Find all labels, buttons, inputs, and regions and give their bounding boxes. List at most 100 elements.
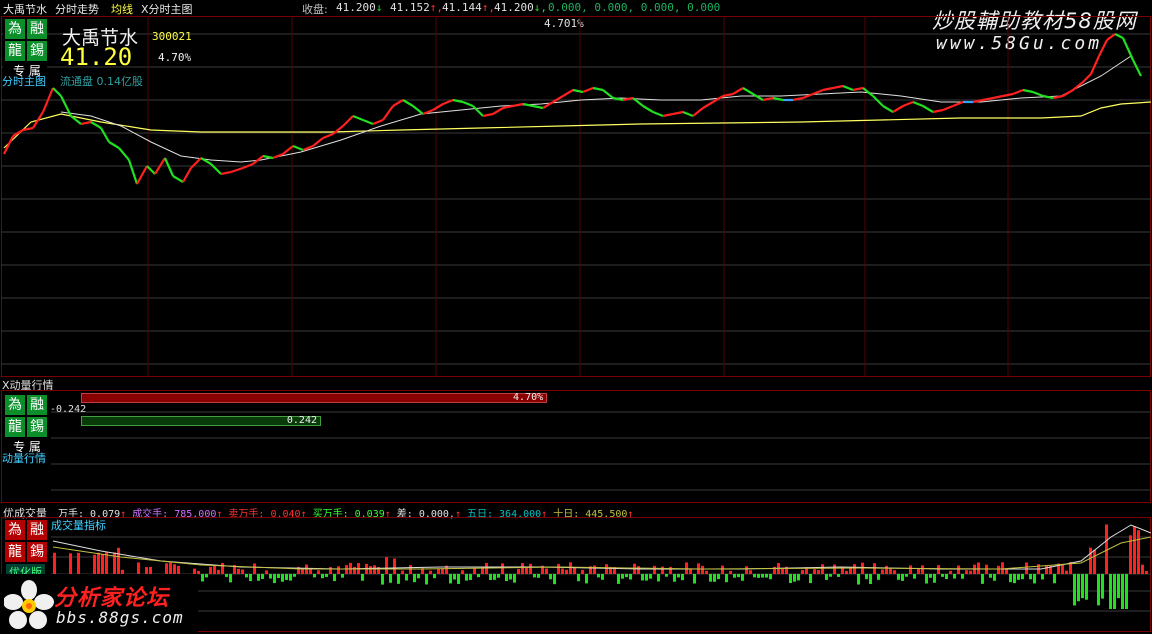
price-segment [1082, 73, 1092, 83]
price-segment [732, 87, 744, 95]
volume-bar [749, 570, 752, 574]
volume-bar [277, 574, 280, 579]
volume-bar [249, 574, 252, 582]
volume-bar [957, 565, 960, 574]
volume-bar [1121, 574, 1124, 609]
volume-bar [1013, 574, 1016, 584]
volume-bar [489, 574, 492, 580]
volume-bar [241, 569, 244, 574]
readout-tail: 0.000, 0.000, 0.000, 0.000 [548, 1, 721, 14]
main-chart[interactable] [1, 16, 1151, 377]
volume-bar [641, 574, 644, 581]
volume-bar [429, 570, 432, 574]
volume-bar [93, 554, 96, 574]
volume-bar [569, 562, 572, 574]
volume-bar [997, 565, 1000, 574]
volume-bar [745, 566, 748, 574]
volume-bar [393, 558, 396, 574]
volume-bar [97, 552, 100, 574]
momentum-green-label: 0.242 [286, 415, 317, 426]
readout-open: 41.152↑, [390, 1, 443, 14]
volume-panel-label: 成交量指标 [51, 519, 106, 532]
volume-bar [577, 574, 580, 582]
price-segment [372, 118, 384, 126]
price-segment [592, 86, 604, 92]
volume-bar [285, 574, 288, 580]
volume-bar [1081, 574, 1084, 599]
volume-bar [409, 565, 412, 574]
volume-bar [661, 566, 664, 574]
volume-bar [105, 552, 108, 574]
volume-bar [921, 565, 924, 574]
volume-bar [665, 574, 668, 577]
readout-label: 收盘: [302, 3, 328, 16]
price-segment [80, 120, 92, 126]
volume-bar [1141, 564, 1144, 574]
volume-bar [945, 574, 948, 580]
badge-char-2: 融 [27, 520, 47, 540]
volume-bar [497, 574, 500, 578]
volume-bar [273, 574, 276, 584]
volume-bar [1117, 574, 1120, 599]
price-segment [992, 94, 1004, 100]
volume-bar [889, 567, 892, 574]
volume-bar [621, 574, 624, 579]
volume-bar [885, 565, 888, 574]
volume-bar [929, 574, 932, 578]
volume-bar [1001, 562, 1004, 574]
badge-char-4: 錫 [27, 417, 47, 437]
price-segment [902, 100, 914, 108]
volume-bar [149, 566, 152, 574]
price-segment [182, 167, 192, 183]
volume-bar [177, 566, 180, 574]
volume-bar [477, 574, 480, 578]
tab-trend[interactable]: 分时走势 [55, 1, 99, 17]
price-segment [952, 100, 964, 108]
tab-main-chart[interactable]: X分时主图 [141, 1, 193, 17]
volume-bar [645, 574, 648, 581]
volume-bar [501, 563, 504, 574]
tab-avg[interactable]: 均线 [111, 1, 133, 17]
badge-char-4: 錫 [27, 542, 47, 562]
volume-bar [389, 574, 392, 583]
volume-bar [53, 552, 56, 574]
price-segment [682, 110, 694, 118]
volume-bar [205, 574, 208, 578]
volume-bar [1113, 574, 1116, 609]
price-segment [127, 159, 139, 185]
volume-bar [1045, 565, 1048, 574]
volume-bar [937, 565, 940, 574]
volume-bar [685, 562, 688, 574]
volume-bar [925, 574, 928, 584]
momentum-green-bar [81, 416, 321, 426]
window-title: 大禹节水 [3, 3, 47, 16]
price-segment [812, 88, 824, 96]
volume-bar [845, 570, 848, 574]
readout-high: 41.200↓, [494, 1, 547, 14]
volume-bar [533, 574, 536, 578]
price-segment [892, 105, 904, 113]
price-segment [1121, 37, 1135, 61]
volume-bar [145, 567, 148, 574]
volume-bar [837, 574, 840, 577]
price-segment [1002, 92, 1014, 98]
volume-bar [893, 570, 896, 574]
price-segment [462, 100, 474, 108]
volume-bar [901, 574, 904, 581]
volume-bar [565, 569, 568, 574]
volume-bar [753, 574, 756, 578]
readout-close: 41.200↓ [336, 1, 383, 14]
main-grid [1, 33, 1151, 365]
volume-bar [381, 574, 384, 585]
price-segment [852, 86, 864, 92]
price-segment [262, 154, 274, 160]
price-segment [108, 141, 120, 149]
volume-bar [509, 574, 512, 580]
price-segment [662, 112, 674, 118]
volume-bar [905, 574, 908, 577]
volume-bar [437, 568, 440, 574]
volume-bar [765, 574, 768, 578]
volume-bar [405, 574, 408, 581]
volume-bar [1065, 570, 1068, 574]
volume-bar [257, 574, 260, 581]
